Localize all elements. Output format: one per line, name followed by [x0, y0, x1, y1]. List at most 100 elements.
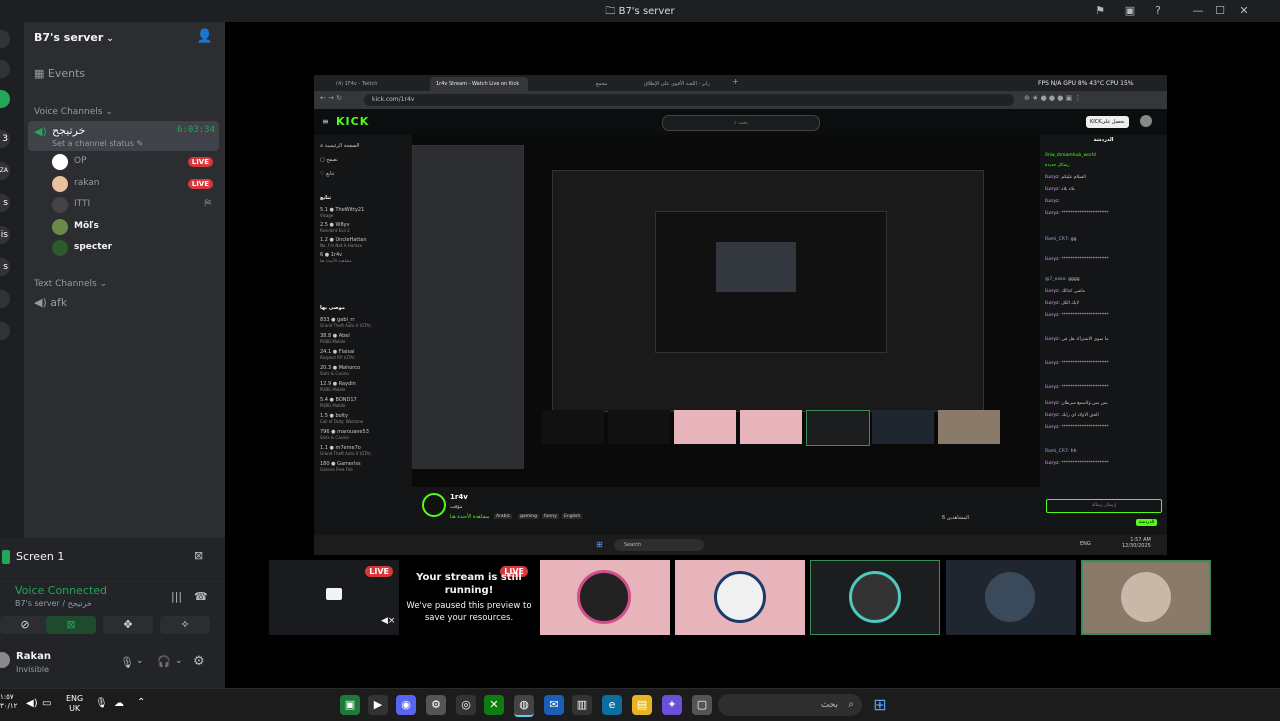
server-icon[interactable]: s — [0, 194, 10, 212]
channel-status[interactable]: Set a channel status ✎ — [52, 139, 143, 148]
stop-share-icon[interactable]: ⊠ — [194, 549, 203, 562]
recommended-channel[interactable]: 833 ● gabi_rr Grand Theft Auto V (GTA) — [320, 317, 371, 329]
recommended-channel[interactable]: 1.1 ● m7eme7o Grand Theft Auto V (GTA) — [320, 445, 371, 457]
followed-channel[interactable]: 1.2 ● UncleHattan No, I'm Not A Human — [320, 237, 367, 249]
voice-category[interactable]: Voice Channels ⌄ — [34, 107, 113, 117]
followed-channel[interactable]: 6 ● 1r4v مشاهدة الأجندة هنا — [320, 252, 352, 264]
xbox-icon[interactable]: ✕ — [484, 695, 504, 715]
windows-start-icon[interactable]: ⊞ — [870, 695, 890, 715]
activities-button[interactable]: ✥ — [103, 616, 153, 634]
voice-member[interactable]: Mōľs — [52, 219, 217, 237]
participant-tile[interactable] — [810, 560, 940, 635]
clock[interactable]: ١:٥٧ ٣٠/١٢ — [0, 693, 17, 711]
recommended-channel[interactable]: 796 ● marouane53 Slots & Casino — [320, 429, 369, 441]
onedrive-icon[interactable]: ☁ — [114, 698, 124, 709]
avatar[interactable] — [1140, 115, 1152, 127]
screen-icon[interactable]: ▣ — [1122, 3, 1138, 19]
kick-search[interactable]: ⌕ بحث — [662, 115, 820, 131]
camera-button[interactable]: ⊘ — [0, 616, 50, 634]
stream-video[interactable]: (4) 1F4v - Twitch 1r4v Stream - Watch Li… — [314, 75, 1167, 555]
user-name[interactable]: Rakan — [16, 651, 51, 662]
screen-share-button[interactable]: ⊠ — [46, 616, 96, 634]
streamer-name[interactable]: 1r4v — [450, 493, 468, 501]
mute-icon[interactable]: ◀× — [381, 616, 395, 626]
nav-following[interactable]: ♡ تتابع — [320, 171, 335, 177]
language-indicator[interactable]: ENG UK — [66, 694, 83, 714]
discord-icon[interactable]: ◉ — [396, 695, 416, 715]
recommended-channel[interactable]: 1.5 ● bolty Call of Duty: Warzone — [320, 413, 363, 425]
taskbar-search[interactable]: ⌕ بحث — [718, 694, 862, 716]
participant-tile[interactable] — [1081, 560, 1211, 635]
url-bar[interactable]: kick.com/1r4v — [364, 94, 1014, 106]
extensions-icon[interactable]: ⊕ ★ ● ● ● ▣ ⋮ — [1024, 94, 1081, 102]
browser-tab-active[interactable]: 1r4v Stream - Watch Live on Kick — [430, 77, 528, 91]
media-player-icon[interactable]: ▶ — [368, 695, 388, 715]
server-header[interactable]: B7's server ⌄ 👤 — [24, 22, 225, 56]
server-icon[interactable] — [0, 60, 10, 78]
help-icon[interactable]: ? — [1150, 3, 1166, 19]
server-icon[interactable] — [0, 90, 10, 108]
chevron-up-icon[interactable]: ⌃ — [137, 697, 145, 708]
browser-tab[interactable] — [528, 77, 590, 91]
store-icon[interactable]: ▥ — [572, 695, 592, 715]
text-channel[interactable]: ◀) afk — [34, 296, 67, 309]
chrome-icon[interactable]: ◍ — [514, 695, 534, 717]
settings-icon[interactable]: ⚙ — [426, 695, 446, 715]
add-server-icon[interactable] — [0, 290, 10, 308]
chevron-down-icon[interactable]: ⌄ — [175, 656, 183, 666]
recommended-channel[interactable]: 24.1 ● Flaisal Respect RP (GTA) — [320, 349, 355, 361]
chat-input[interactable]: إرسال رسالة — [1046, 499, 1162, 513]
login-button[interactable]: KICKنحصل على — [1086, 116, 1129, 128]
new-tab-icon[interactable]: + — [732, 77, 739, 86]
volume-icon[interactable]: ◀) — [26, 698, 38, 709]
avatar[interactable] — [0, 652, 10, 668]
participant-tile[interactable] — [675, 560, 805, 635]
recommended-channel[interactable]: 12.9 ● Raydin PUBG Mobile — [320, 381, 356, 393]
server-icon[interactable] — [0, 30, 10, 48]
task-view-icon[interactable]: ▢ — [692, 695, 712, 715]
text-category[interactable]: Text Channels ⌄ — [34, 279, 107, 289]
voice-channel-path[interactable]: B7's server / خرتيجح — [15, 599, 92, 608]
disconnect-icon[interactable]: ☎ — [194, 590, 208, 603]
browser-tab[interactable]: رابر - اللعبة الأقوى على الإطلاق — [638, 77, 740, 91]
server-icon[interactable]: s — [0, 258, 10, 276]
stream-tag[interactable]: English — [562, 514, 583, 519]
menu-icon[interactable]: ≡ — [322, 117, 329, 126]
minimize-button[interactable]: — — [1190, 3, 1206, 19]
maximize-button[interactable]: ☐ — [1212, 3, 1228, 19]
voice-member[interactable]: ITTI ⛿ — [52, 197, 217, 215]
recommended-channel[interactable]: 38.8 ● Abel PUBG Mobile — [320, 333, 350, 345]
chat-username[interactable]: 0riw_streamhub_world — [1045, 153, 1096, 158]
recommended-channel[interactable]: 20.3 ● Mahorco Slots & Casino — [320, 365, 360, 377]
voice-member[interactable]: OP LIVE — [52, 154, 217, 172]
stream-tag[interactable]: funny — [542, 514, 559, 519]
microphone-icon[interactable]: 🎙 — [120, 656, 134, 669]
voice-member[interactable]: specter — [52, 240, 217, 258]
stream-tag[interactable]: Arabic — [494, 514, 513, 519]
outlook-icon[interactable]: ✉ — [544, 695, 564, 715]
voice-member[interactable]: rakan LIVE — [52, 176, 217, 194]
voice-status[interactable]: Voice Connected — [15, 584, 107, 597]
network-icon[interactable]: ▭ — [42, 698, 51, 709]
browser-tab[interactable]: مجمع — [590, 77, 636, 91]
stream-tile-screen[interactable]: LIVE ◀× — [269, 560, 399, 635]
stream-tag[interactable]: gaming — [518, 514, 539, 519]
edge-icon[interactable]: e — [602, 695, 622, 715]
kick-logo[interactable]: KICK — [336, 115, 369, 128]
settings-icon[interactable]: ⚙ — [193, 654, 205, 669]
followed-channel[interactable]: 2.5 ● W8yv Resident Evil 3 — [320, 222, 350, 234]
participant-tile[interactable] — [946, 560, 1076, 635]
explore-icon[interactable] — [0, 322, 10, 340]
add-member-icon[interactable]: 👤 — [197, 29, 213, 44]
server-icon[interactable]: is — [0, 226, 10, 244]
browser-tab[interactable]: (4) 1F4v - Twitch — [330, 77, 430, 91]
noise-suppression-icon[interactable]: ||| — [171, 590, 182, 603]
participant-tile[interactable] — [540, 560, 670, 635]
chevron-down-icon[interactable]: ⌄ — [136, 656, 144, 666]
inbox-icon[interactable]: ⚑ — [1092, 3, 1108, 19]
nav-home[interactable]: ⌂ الصفحة الرئيسية — [320, 143, 359, 149]
nav-arrows-icon[interactable]: ← → ↻ — [320, 94, 342, 102]
events-item[interactable]: ▦ Events — [34, 67, 85, 80]
server-icon[interactable]: 3ZA — [0, 162, 10, 180]
headphones-icon[interactable]: 🎧 — [157, 655, 171, 668]
